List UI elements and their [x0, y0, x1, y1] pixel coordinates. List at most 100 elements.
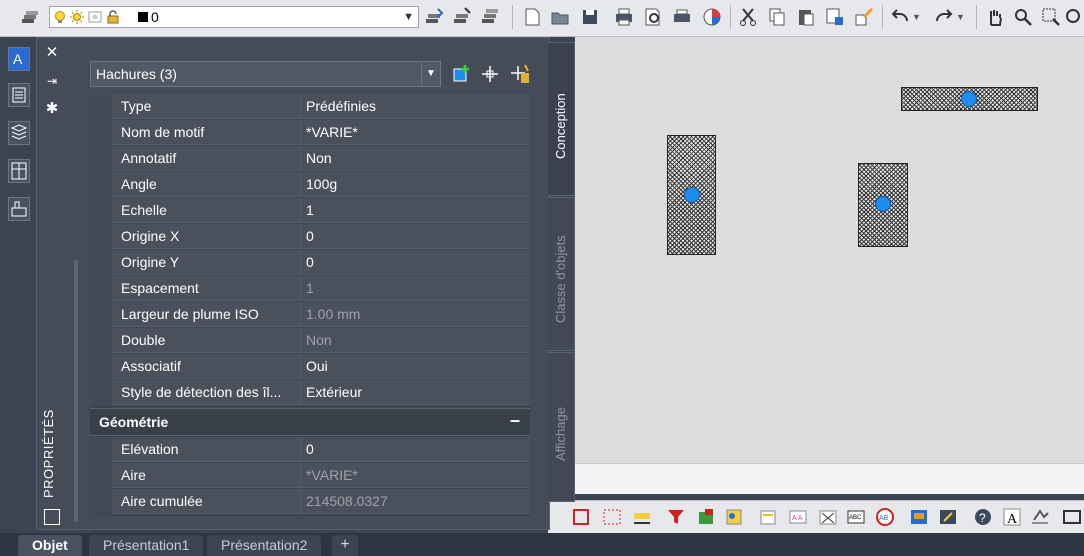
property-row[interactable]: Largeur de plume ISO 1.00 mm — [90, 302, 530, 328]
property-value[interactable]: Extérieur — [301, 380, 530, 405]
tab-model[interactable]: Objet — [18, 535, 82, 556]
tool-palette-icon[interactable] — [8, 197, 30, 221]
block-editor-icon[interactable] — [854, 7, 874, 27]
property-row[interactable]: Aire cumulée 214508.0327 — [90, 489, 530, 515]
property-value[interactable]: Non — [301, 146, 530, 171]
property-row[interactable]: Associatif Oui — [90, 354, 530, 380]
close-icon[interactable]: ✕ — [40, 43, 64, 63]
property-row[interactable]: Origine Y0 — [90, 250, 530, 276]
property-value[interactable]: Oui — [301, 354, 530, 379]
properties-icon[interactable] — [8, 83, 30, 107]
property-row[interactable]: Double Non — [90, 328, 530, 354]
plot-preview-icon[interactable] — [643, 7, 663, 27]
viewport-icon[interactable] — [1062, 507, 1082, 527]
tab-layout1[interactable]: Présentation1 — [89, 535, 204, 556]
layer-state-icon[interactable] — [696, 507, 716, 527]
text-icon[interactable]: A — [1002, 507, 1022, 527]
tab-display[interactable]: Affichage — [548, 352, 575, 502]
text-style-icon[interactable] — [758, 507, 778, 527]
zoom-previous-icon[interactable] — [1064, 7, 1084, 27]
quick-select-icon[interactable] — [509, 63, 531, 85]
open-icon[interactable] — [550, 7, 570, 27]
add-tab-button[interactable]: + — [332, 535, 358, 556]
hatch-grip[interactable] — [684, 187, 700, 203]
palette-menu-icon[interactable] — [44, 509, 60, 525]
tab-layout2[interactable]: Présentation2 — [207, 535, 322, 556]
property-value[interactable]: 0 — [301, 437, 530, 462]
paste-icon[interactable] — [796, 7, 816, 27]
property-value[interactable]: *VARIE* — [301, 120, 530, 145]
auto-hide-icon[interactable]: ⇥ — [40, 71, 64, 91]
design-center-icon[interactable] — [8, 159, 30, 183]
edit-text-icon[interactable] — [938, 507, 958, 527]
property-value[interactable]: 1 — [301, 198, 530, 223]
layer-match-icon[interactable] — [452, 7, 472, 27]
annotation-toolbar: A A ABC AB ? A — [548, 500, 1084, 533]
make-current-icon[interactable] — [424, 7, 444, 27]
property-row[interactable]: Aire *VARIE* — [90, 463, 530, 489]
property-row[interactable]: Nom de motif *VARIE* — [90, 120, 530, 146]
property-row[interactable]: Angle 100g — [90, 172, 530, 198]
palette-settings-icon[interactable]: ✱ — [40, 99, 64, 119]
property-value[interactable]: 0 — [301, 250, 530, 275]
group-icon[interactable] — [724, 507, 744, 527]
object-type-dropdown[interactable]: Hachures (3) ▼ — [90, 61, 441, 87]
redo-dropdown-icon[interactable]: ▼ — [956, 7, 976, 27]
palette-scrollbar[interactable] — [74, 260, 78, 522]
new-icon[interactable] — [522, 7, 542, 27]
zoom-realtime-icon[interactable] — [1013, 7, 1033, 27]
property-row[interactable]: Style de détection des îl... Extérieur — [90, 380, 530, 406]
text-style-icon[interactable]: A — [8, 47, 30, 71]
property-row[interactable]: Espacement 1 — [90, 276, 530, 302]
zoom-window-icon[interactable] — [1041, 7, 1061, 27]
drawing-canvas[interactable] — [575, 37, 1084, 463]
layers-icon[interactable] — [8, 121, 30, 145]
find-replace-icon[interactable] — [909, 507, 929, 527]
hatch-grip[interactable] — [961, 91, 977, 107]
property-row[interactable]: Annotatif Non — [90, 146, 530, 172]
category-geometry[interactable]: Géométrie – — [90, 408, 530, 436]
property-value[interactable]: 100g — [301, 172, 530, 197]
toggle-pickadd-icon[interactable] — [451, 63, 473, 85]
text-check-icon[interactable]: AB — [875, 507, 895, 527]
cut-icon[interactable] — [738, 7, 758, 27]
chevron-down-icon[interactable]: ▼ — [421, 62, 440, 86]
help-icon[interactable]: ? — [973, 507, 993, 527]
layer-dropdown[interactable]: 0 ▼ — [49, 6, 419, 28]
save-icon[interactable] — [580, 7, 600, 27]
chevron-down-icon[interactable]: ▼ — [403, 11, 414, 23]
abc-text-icon[interactable]: ABC — [846, 507, 866, 527]
select-objects-icon[interactable] — [479, 63, 501, 85]
text-underline-icon[interactable] — [632, 507, 652, 527]
spell-check-icon[interactable] — [818, 507, 838, 527]
property-value[interactable]: Prédéfinies — [301, 94, 530, 119]
copy-icon[interactable] — [767, 7, 787, 27]
property-row[interactable]: Elévation 0 — [90, 437, 530, 463]
filter-icon[interactable] — [666, 507, 686, 527]
layer-properties-icon[interactable] — [20, 7, 40, 27]
palette-title-bar[interactable]: PROPRIÉTÉS — [41, 409, 63, 500]
pan-icon[interactable] — [985, 7, 1005, 27]
publish-icon[interactable] — [672, 7, 692, 27]
redo-icon[interactable] — [934, 7, 954, 27]
undo-dropdown-icon[interactable]: ▼ — [912, 7, 932, 27]
property-row[interactable]: Echelle 1 — [90, 198, 530, 224]
selection-cycling-icon[interactable] — [572, 507, 592, 527]
layer-previous-icon[interactable] — [480, 7, 500, 27]
property-row[interactable]: Type Prédéfinies — [90, 94, 530, 120]
area-selection-icon[interactable] — [602, 507, 622, 527]
tab-conception[interactable]: Conception — [548, 42, 575, 196]
plot-icon[interactable] — [614, 7, 634, 27]
hatch-grip[interactable] — [875, 196, 891, 212]
canvas-scrollbar[interactable] — [575, 463, 1084, 494]
undo-icon[interactable] — [890, 7, 910, 27]
collapse-toggle[interactable]: – — [510, 410, 520, 431]
annotation-scale-icon[interactable]: A A — [788, 507, 808, 527]
property-value[interactable]: 0 — [301, 224, 530, 249]
property-value: *VARIE* — [301, 463, 530, 488]
match-properties-icon[interactable] — [825, 7, 845, 27]
signature-icon[interactable] — [1030, 507, 1050, 527]
property-row[interactable]: Origine X0 — [90, 224, 530, 250]
3d-dwf-icon[interactable] — [702, 7, 722, 27]
tab-object-class[interactable]: Classe d'objets — [548, 197, 575, 351]
